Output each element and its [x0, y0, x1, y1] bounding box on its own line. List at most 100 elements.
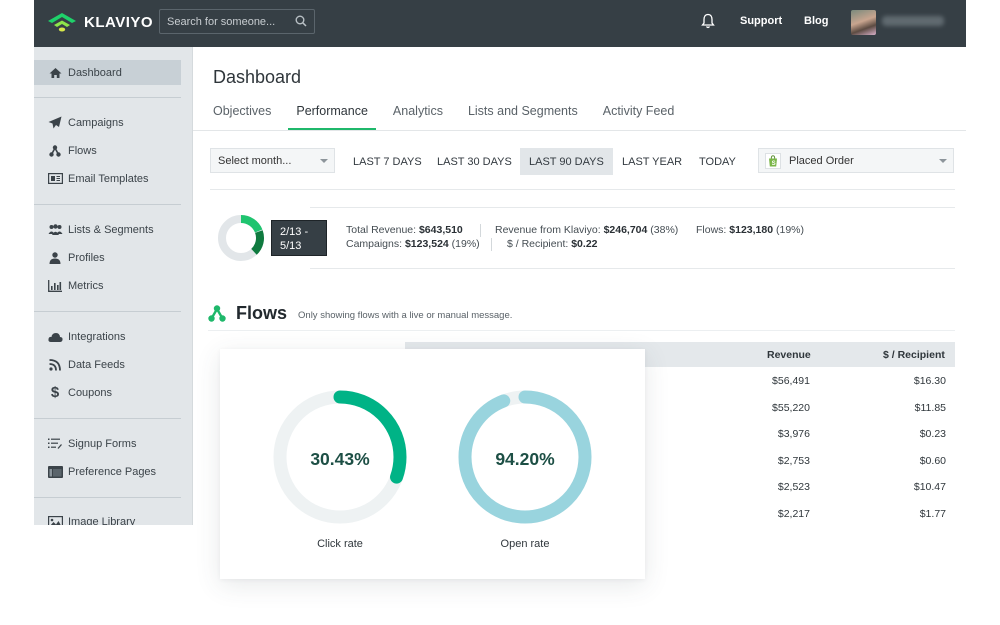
- support-link[interactable]: Support: [740, 15, 782, 27]
- bar-chart-icon: [47, 279, 63, 293]
- sidebar-item-label: Dashboard: [68, 66, 122, 79]
- tab-activity-feed[interactable]: Activity Feed: [603, 104, 675, 131]
- sidebar-item-label: Preference Pages: [68, 465, 157, 478]
- summary-bottom-divider: [310, 268, 955, 269]
- range-last-7-days[interactable]: LAST 7 DAYS: [344, 148, 431, 175]
- user-avatar[interactable]: [851, 10, 876, 35]
- stat-label: Flows:: [696, 224, 727, 236]
- campaigns-revenue-stat: Campaigns: $123,524 (19%): [346, 238, 480, 250]
- chevron-down-icon: [939, 159, 947, 163]
- cloud-icon: [47, 330, 63, 344]
- date-range-end: 5/13: [280, 240, 302, 252]
- sidebar-item-label: Flows: [68, 144, 97, 157]
- sidebar-item-lists-segments[interactable]: Lists & Segments: [34, 217, 181, 242]
- per-recipient-stat: $ / Recipient: $0.22: [507, 238, 598, 250]
- flows-divider: [208, 330, 955, 331]
- stat-label: Campaigns:: [346, 238, 403, 250]
- revenue-donut-chart: [218, 215, 264, 261]
- stat-percent: (19%): [451, 238, 480, 250]
- sidebar-item-image-library[interactable]: Image Library: [34, 509, 181, 525]
- tab-analytics[interactable]: Analytics: [393, 104, 443, 131]
- sidebar-item-campaigns[interactable]: Campaigns: [34, 110, 181, 135]
- flows-title: Flows: [236, 303, 288, 323]
- paper-plane-icon: [47, 116, 63, 130]
- column-header-revenue[interactable]: Revenue: [767, 349, 811, 361]
- dashboard-tabs: Objectives Performance Analytics Lists a…: [213, 104, 699, 131]
- month-select-value: Select month...: [218, 155, 292, 167]
- click-rate-label: Click rate: [317, 538, 363, 550]
- table-cell-revenue: $3,976: [777, 428, 810, 440]
- bell-icon[interactable]: [701, 13, 715, 29]
- rss-icon: [47, 358, 63, 372]
- range-last-90-days[interactable]: LAST 90 DAYS: [520, 148, 613, 175]
- sidebar-item-label: Coupons: [68, 386, 113, 399]
- sidebar-item-flows[interactable]: Flows: [34, 138, 181, 163]
- table-cell-revenue: $2,753: [777, 454, 810, 467]
- window-icon: [47, 465, 63, 479]
- svg-text:S: S: [772, 161, 776, 167]
- table-cell-revenue: $2,523: [777, 481, 810, 493]
- table-cell-per-recipient: $10.47: [913, 481, 946, 493]
- rates-card: 30.43% Click rate 94.20% Open rate: [220, 349, 645, 579]
- range-last-30-days[interactable]: LAST 30 DAYS: [428, 148, 521, 175]
- sidebar-divider: [34, 418, 181, 419]
- filters-divider: [210, 189, 955, 190]
- stat-value: $0.22: [571, 238, 598, 250]
- date-range-badge: 2/13 - 5/13: [271, 220, 327, 256]
- klaviyo-revenue-stat: Revenue from Klaviyo: $246,704 (38%): [495, 224, 678, 236]
- stat-value: $246,704: [603, 224, 648, 236]
- metric-select[interactable]: S Placed Order: [758, 148, 954, 173]
- table-cell-per-recipient: $16.30: [913, 375, 946, 387]
- search-input[interactable]: [160, 10, 290, 33]
- table-cell-per-recipient: $11.85: [914, 401, 946, 414]
- metric-select-value: Placed Order: [789, 154, 854, 167]
- sidebar-item-dashboard[interactable]: Dashboard: [34, 60, 181, 85]
- search-icon[interactable]: [295, 15, 307, 27]
- flows-revenue-stat: Flows: $123,180 (19%): [696, 224, 804, 236]
- tab-lists-and-segments[interactable]: Lists and Segments: [468, 104, 578, 131]
- table-cell-revenue: $56,491: [772, 375, 810, 387]
- sidebar-item-integrations[interactable]: Integrations: [34, 324, 181, 349]
- sidebar-item-email-templates[interactable]: Email Templates: [34, 166, 181, 191]
- tab-performance[interactable]: Performance: [288, 104, 376, 131]
- range-today[interactable]: TODAY: [690, 148, 745, 175]
- tabs-divider: [193, 130, 966, 131]
- open-rate-label: Open rate: [500, 538, 550, 550]
- table-cell-per-recipient: $0.23: [919, 428, 946, 440]
- account-name-blurred[interactable]: [882, 16, 944, 26]
- sidebar-item-signup-forms[interactable]: Signup Forms: [34, 431, 181, 456]
- stat-percent: (19%): [775, 224, 804, 236]
- sidebar-item-label: Image Library: [68, 515, 136, 526]
- sidebar-item-label: Data Feeds: [68, 358, 125, 371]
- click-rate-value: 30.43%: [310, 449, 370, 469]
- sidebar-item-profiles[interactable]: Profiles: [34, 245, 181, 270]
- page-title: Dashboard: [213, 67, 302, 87]
- blog-link[interactable]: Blog: [804, 15, 828, 27]
- total-revenue-stat: Total Revenue: $643,510: [346, 224, 463, 236]
- flows-section-header: Flows Only showing flows with a live or …: [208, 303, 512, 324]
- range-last-year[interactable]: LAST YEAR: [613, 148, 691, 175]
- form-list-icon: [47, 437, 63, 451]
- column-header-per-recipient[interactable]: $ / Recipient: [883, 349, 945, 361]
- open-rate-value: 94.20%: [495, 449, 555, 469]
- sidebar-divider: [34, 204, 181, 205]
- sidebar: Dashboard Campaigns Flows Email Template…: [34, 47, 193, 525]
- donut-segment-flows: [240, 215, 263, 233]
- home-icon: [47, 66, 63, 80]
- top-navigation-bar: KLAVIYO Support Blog: [34, 0, 966, 47]
- month-select[interactable]: Select month...: [210, 148, 335, 173]
- search-box[interactable]: [159, 9, 315, 34]
- sidebar-item-preference-pages[interactable]: Preference Pages: [34, 459, 181, 484]
- table-cell-revenue: $55,220: [772, 401, 810, 414]
- sidebar-divider: [34, 97, 181, 98]
- flows-subtitle: Only showing flows with a live or manual…: [298, 310, 513, 321]
- flows-icon: [208, 305, 226, 322]
- flows-icon: [47, 144, 63, 158]
- tab-objectives[interactable]: Objectives: [213, 104, 271, 131]
- sidebar-item-coupons[interactable]: $ Coupons: [34, 380, 181, 405]
- table-cell-per-recipient: $1.77: [919, 507, 946, 520]
- summary-top-divider: [310, 207, 955, 208]
- klaviyo-logo[interactable]: KLAVIYO: [46, 11, 153, 33]
- sidebar-item-data-feeds[interactable]: Data Feeds: [34, 352, 181, 377]
- sidebar-item-metrics[interactable]: Metrics: [34, 273, 181, 298]
